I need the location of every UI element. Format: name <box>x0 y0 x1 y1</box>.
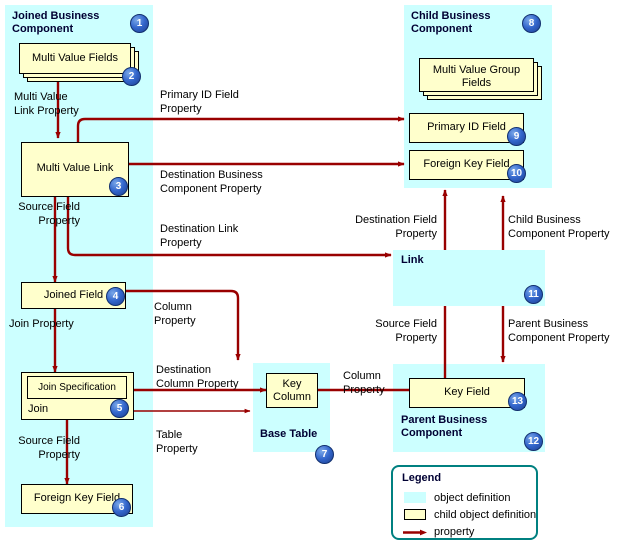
legend-row-object-definition: object definition <box>402 491 534 505</box>
badge-2: 2 <box>122 67 141 86</box>
panel-title-parent-business-component: Parent Business Component <box>401 414 488 439</box>
label-parent-business-component-property: Parent Business Component Property <box>508 318 610 344</box>
label-multi-value-link-property: Multi Value Link Property <box>14 91 79 117</box>
box-primary-id-field-label: Primary ID Field <box>427 121 506 133</box>
badge-7: 7 <box>315 445 334 464</box>
box-multi-value-link-label: Multi Value Link <box>36 162 114 174</box>
box-join-specification-label: Join Specification <box>38 382 116 393</box>
label-table-property: Table Property <box>156 429 198 455</box>
box-key-column-label: Key Column <box>273 378 311 403</box>
panel-title-base-table: Base Table <box>260 428 318 440</box>
label-destination-business-component-property: Destination Business Component Property <box>160 169 263 195</box>
label-source-field-property-mvl: Source Field Property <box>18 201 80 227</box>
badge-4: 4 <box>106 287 125 306</box>
legend-label-object-definition: object definition <box>434 492 511 504</box>
label-source-field-property-join: Source Field Property <box>18 435 80 461</box>
arrow-icon <box>403 529 427 536</box>
badge-1: 1 <box>130 14 149 33</box>
box-multi-value-group-fields-label: Multi Value Group Fields <box>432 64 521 89</box>
label-child-business-component-property: Child Business Component Property <box>508 214 610 240</box>
label-source-field-property-link: Source Field Property <box>375 318 437 344</box>
box-key-field-label: Key Field <box>444 386 490 398</box>
label-join-property: Join Property <box>9 318 74 330</box>
legend-box: Legend object definition child object de… <box>391 465 538 540</box>
legend-label-property: property <box>434 526 475 538</box>
legend-row-property: property <box>402 525 534 539</box>
badge-6: 6 <box>112 498 131 517</box>
box-multi-value-group-fields[interactable]: Multi Value Group Fields <box>419 58 534 92</box>
label-column-property-joined-field: Column Property <box>154 301 196 327</box>
legend-row-child-object-definition: child object definition <box>402 508 537 522</box>
badge-8: 8 <box>522 14 541 33</box>
yellow-swatch <box>404 509 426 520</box>
label-primary-id-field-property: Primary ID Field Property <box>160 89 239 115</box>
panel-title-link: Link <box>401 254 424 266</box>
legend-label-child-object-definition: child object definition <box>434 509 537 521</box>
label-destination-field-property: Destination Field Property <box>355 214 437 240</box>
panel-title-joined-business-component: Joined Business Component <box>12 10 100 35</box>
badge-11: 11 <box>524 285 543 304</box>
badge-3: 3 <box>109 177 128 196</box>
label-destination-column-property: Destination Column Property <box>156 364 239 390</box>
badge-10: 10 <box>507 164 526 183</box>
badge-9: 9 <box>507 127 526 146</box>
label-destination-link-property: Destination Link Property <box>160 223 239 249</box>
box-join-specification-inner[interactable]: Join Specification <box>27 376 127 399</box>
badge-13: 13 <box>508 392 527 411</box>
diagram-canvas: Joined Business Component Child Business… <box>0 0 617 546</box>
cyan-swatch <box>404 492 426 503</box>
badge-5: 5 <box>110 399 129 418</box>
legend-title: Legend <box>402 472 442 484</box>
label-column-property-key-field: Column Property <box>343 370 385 396</box>
box-multi-value-fields-label: Multi Value Fields <box>32 52 118 64</box>
box-key-column[interactable]: Key Column <box>266 373 318 408</box>
box-multi-value-fields[interactable]: Multi Value Fields <box>19 43 131 74</box>
box-foreign-key-field-child-label: Foreign Key Field <box>423 158 510 170</box>
badge-12: 12 <box>524 432 543 451</box>
